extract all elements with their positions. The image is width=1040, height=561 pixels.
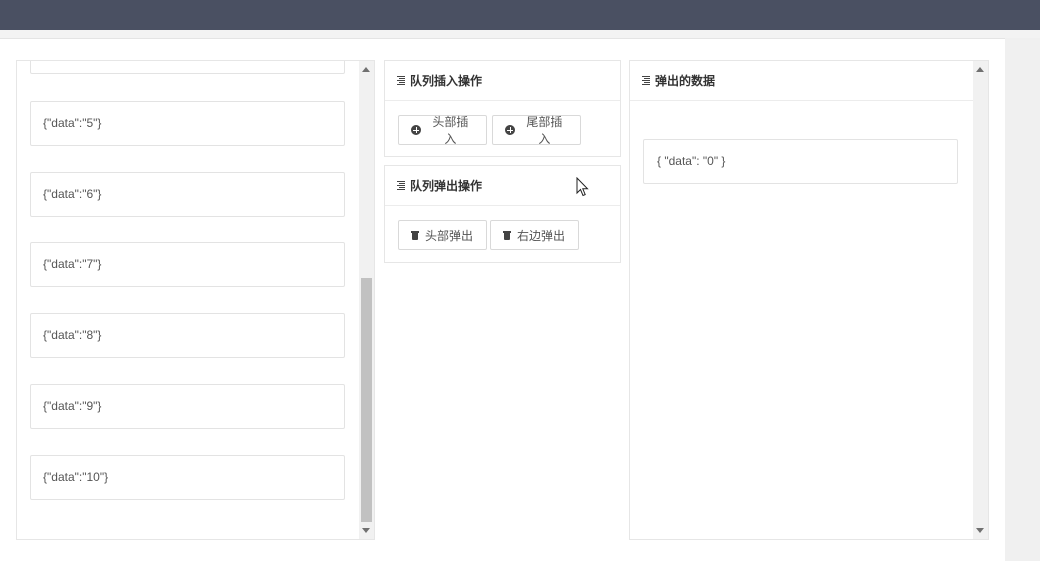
right-gutter <box>1005 38 1040 561</box>
list-item: {"data":"7"} <box>30 242 345 287</box>
popped-scrollbar[interactable] <box>973 61 988 539</box>
scroll-down-arrow-icon[interactable] <box>976 528 984 533</box>
queue-insert-card: 队列插入操作 头部插入 尾部插入 <box>384 60 621 157</box>
list-icon <box>642 76 650 85</box>
mouse-cursor-icon <box>576 177 589 197</box>
list-icon <box>397 76 405 85</box>
queue-list-panel[interactable]: {"data":"5"} {"data":"6"} {"data":"7"} {… <box>16 60 375 540</box>
plus-circle-icon <box>505 125 515 135</box>
trash-icon <box>503 230 511 240</box>
card-title: 弹出的数据 <box>655 73 716 88</box>
list-item: {"data":"6"} <box>30 172 345 217</box>
list-scrollbar[interactable] <box>359 61 374 539</box>
scroll-thumb[interactable] <box>361 278 372 522</box>
list-item: {"data":"10"} <box>30 455 345 500</box>
popped-data-card: 弹出的数据 { "data": "0" } <box>629 60 989 540</box>
scroll-up-arrow-icon[interactable] <box>362 67 370 72</box>
top-nav-bar <box>0 0 1040 30</box>
head-pop-button[interactable]: 头部弹出 <box>398 220 487 250</box>
button-label: 右边弹出 <box>517 228 566 243</box>
right-pop-button[interactable]: 右边弹出 <box>490 220 579 250</box>
scroll-up-arrow-icon[interactable] <box>976 67 984 72</box>
card-title: 队列插入操作 <box>410 73 483 88</box>
list-item: {"data":"9"} <box>30 384 345 429</box>
list-item: {"data":"5"} <box>30 101 345 146</box>
plus-circle-icon <box>411 125 421 135</box>
list-item <box>30 61 345 74</box>
button-label: 头部插入 <box>432 115 469 146</box>
scroll-down-arrow-icon[interactable] <box>362 528 370 533</box>
tail-insert-button[interactable]: 尾部插入 <box>492 115 581 146</box>
button-label: 尾部插入 <box>526 115 563 146</box>
head-insert-button[interactable]: 头部插入 <box>398 115 487 146</box>
card-header: 队列插入操作 <box>385 61 620 101</box>
card-title: 队列弹出操作 <box>410 178 483 193</box>
trash-icon <box>411 230 419 240</box>
popped-data-value: { "data": "0" } <box>643 139 958 184</box>
list-icon <box>397 181 405 190</box>
card-header: 弹出的数据 <box>630 61 988 101</box>
list-item: {"data":"8"} <box>30 313 345 358</box>
button-label: 头部弹出 <box>425 228 474 243</box>
